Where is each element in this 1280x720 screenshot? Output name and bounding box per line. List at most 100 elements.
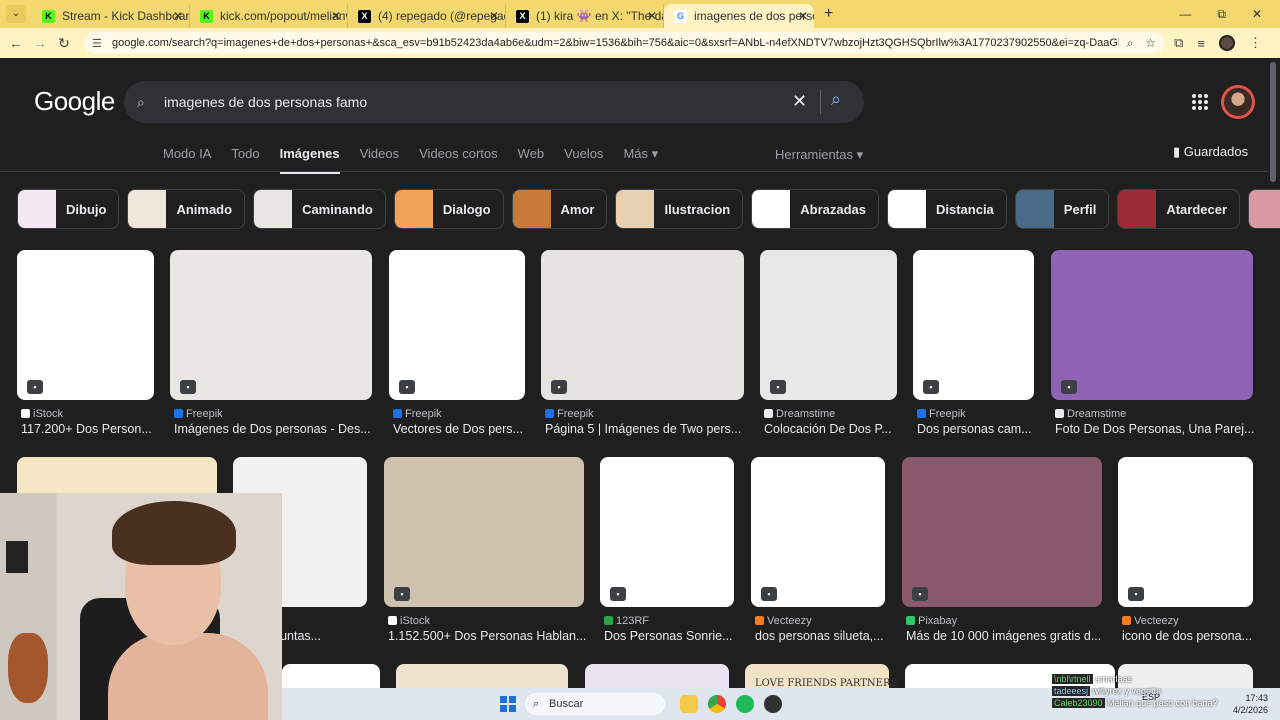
browser-tab-kick-popout[interactable]: K kick.com/popout/melianvalen/ ✕ [190, 4, 348, 28]
result-title[interactable]: icono de dos persona... [1122, 629, 1263, 643]
search-box[interactable]: ⌕ ✕ ⌕ [124, 81, 864, 123]
result-title[interactable]: Colocación De Dos P... [764, 422, 907, 436]
result-title[interactable]: dos personas silueta,... [755, 629, 895, 643]
tab-vuelos[interactable]: Vuelos [564, 146, 603, 174]
zoom-icon[interactable]: ⌕ [1127, 36, 1134, 51]
close-window-button[interactable]: ✕ [1252, 7, 1262, 22]
extensions-icon[interactable]: ⧉ [1174, 35, 1183, 51]
tab-videos-cortos[interactable]: Videos cortos [419, 146, 498, 174]
result-source[interactable]: Freepik [545, 408, 594, 420]
chip-perfil[interactable]: Perfil [1014, 189, 1110, 229]
reading-list-icon[interactable]: ≡ [1197, 36, 1205, 51]
result-thumbnail[interactable] [1118, 457, 1253, 607]
result-source[interactable]: Dreamstime [1055, 408, 1126, 420]
result-source[interactable]: iStock [388, 615, 430, 627]
search-submit-icon[interactable]: ⌕ [831, 89, 841, 110]
google-logo[interactable]: Google [34, 86, 115, 117]
saved-button[interactable]: ▮ Guardados [1173, 144, 1248, 160]
result-title[interactable]: Dos Personas Sonrie... [604, 629, 744, 643]
close-tab-icon[interactable]: ✕ [489, 4, 499, 28]
result-source[interactable]: Freepik [393, 408, 442, 420]
clear-search-icon[interactable]: ✕ [792, 91, 807, 112]
file-explorer-icon[interactable] [680, 695, 698, 713]
tab-web[interactable]: Web [518, 146, 545, 174]
result-thumbnail[interactable] [541, 250, 744, 400]
tab-search-button[interactable]: ⌄ [6, 5, 26, 23]
page-scrollbar[interactable] [1270, 62, 1276, 182]
result-source[interactable]: Vecteezy [755, 615, 812, 627]
result-thumbnail[interactable] [384, 457, 584, 607]
windows-start-icon[interactable] [500, 696, 516, 712]
chip-enam[interactable]: Enam [1248, 189, 1280, 229]
tab-videos[interactable]: Videos [360, 146, 400, 174]
obs-icon[interactable] [764, 695, 782, 713]
result-thumbnail[interactable] [170, 250, 372, 400]
search-input[interactable] [164, 94, 764, 110]
browser-tab-kick-dashboard[interactable]: K Stream - Kick Dashboard ✕ [32, 4, 190, 28]
result-thumbnail[interactable] [600, 457, 734, 607]
result-title[interactable]: Más de 10 000 imágenes gratis d... [906, 629, 1112, 643]
tab-todo[interactable]: Todo [231, 146, 259, 174]
result-thumbnail[interactable] [17, 250, 154, 400]
result-source[interactable]: Pixabay [906, 615, 957, 627]
minimize-button[interactable]: — [1179, 7, 1191, 22]
chip-atardecer[interactable]: Atardecer [1117, 189, 1241, 229]
chip-amor[interactable]: Amor [511, 189, 608, 229]
source-name: Freepik [186, 408, 223, 420]
tab-mas[interactable]: Más ▾ [623, 146, 658, 174]
chip-abrazadas[interactable]: Abrazadas [751, 189, 879, 229]
reload-icon[interactable]: ↻ [52, 35, 76, 52]
result-source[interactable]: Freepik [174, 408, 223, 420]
site-info-icon[interactable]: ☰ [92, 37, 106, 50]
chip-caminando[interactable]: Caminando [253, 189, 386, 229]
result-title[interactable]: Imágenes de Dos personas - Des... [174, 422, 382, 436]
forward-icon[interactable]: → [28, 35, 52, 51]
result-source[interactable]: 123RF [604, 615, 649, 627]
chrome-icon[interactable] [708, 695, 726, 713]
close-tab-icon[interactable]: ✕ [798, 4, 808, 28]
result-thumbnail[interactable] [760, 250, 897, 400]
result-source[interactable]: iStock [21, 408, 63, 420]
close-tab-icon[interactable]: ✕ [173, 4, 183, 28]
chip-dialogo[interactable]: Dialogo [393, 189, 504, 229]
browser-tab-x-kira[interactable]: X (1) kira 👾 en X: "The damage ✕ [506, 4, 664, 28]
address-bar[interactable]: ☰ google.com/search?q=imagenes+de+dos+pe… [84, 32, 1164, 54]
result-title[interactable]: Página 5 | Imágenes de Two pers... [545, 422, 754, 436]
result-source[interactable]: Dreamstime [764, 408, 835, 420]
result-title[interactable]: 1.152.500+ Dos Personas Hablan... [388, 629, 594, 643]
tab-imagenes[interactable]: Imágenes [279, 146, 340, 174]
tools-dropdown[interactable]: Herramientas ▾ [775, 147, 863, 163]
account-avatar[interactable] [1221, 85, 1255, 119]
result-thumbnail[interactable] [1051, 250, 1253, 400]
back-icon[interactable]: ← [4, 35, 28, 51]
result-source[interactable]: Freepik [917, 408, 966, 420]
chip-animado[interactable]: Animado [127, 189, 246, 229]
result-source[interactable]: Vecteezy [1122, 615, 1179, 627]
chip-dibujo[interactable]: Dibujo [17, 189, 120, 229]
result-title[interactable]: Vectores de Dos pers... [393, 422, 535, 436]
result-thumbnail[interactable] [751, 457, 885, 607]
result-title[interactable]: 117.200+ Dos Person... [21, 422, 164, 436]
bookmark-star-icon[interactable]: ☆ [1145, 36, 1156, 51]
spotify-icon[interactable] [736, 695, 754, 713]
profile-icon[interactable] [1219, 35, 1235, 51]
chip-thumbnail [394, 190, 433, 228]
result-thumbnail[interactable] [913, 250, 1034, 400]
new-tab-button[interactable]: + [824, 4, 833, 24]
restore-button[interactable]: ⧉ [1217, 7, 1226, 22]
browser-tab-google-images[interactable]: G imagenes de dos personas - Bu ✕ [664, 4, 814, 28]
chip-thumbnail [752, 190, 791, 228]
chip-distancia[interactable]: Distancia [886, 189, 1007, 229]
google-apps-icon[interactable] [1192, 94, 1208, 110]
close-tab-icon[interactable]: ✕ [647, 4, 657, 28]
browser-tab-x-repegado[interactable]: X (4) repegado (@repegado) / X ✕ [348, 4, 506, 28]
tab-modo-ia[interactable]: Modo IA [163, 146, 211, 174]
result-thumbnail[interactable] [389, 250, 525, 400]
taskbar-search[interactable]: ⌕ Buscar [525, 693, 665, 715]
result-title[interactable]: Dos personas cam... [917, 422, 1044, 436]
chip-ilustracion[interactable]: Ilustracion [615, 189, 744, 229]
result-title[interactable]: Foto De Dos Personas, Una Parej... [1055, 422, 1263, 436]
result-thumbnail[interactable] [902, 457, 1102, 607]
menu-kebab-icon[interactable]: ⋮ [1249, 35, 1262, 51]
close-tab-icon[interactable]: ✕ [331, 4, 341, 28]
